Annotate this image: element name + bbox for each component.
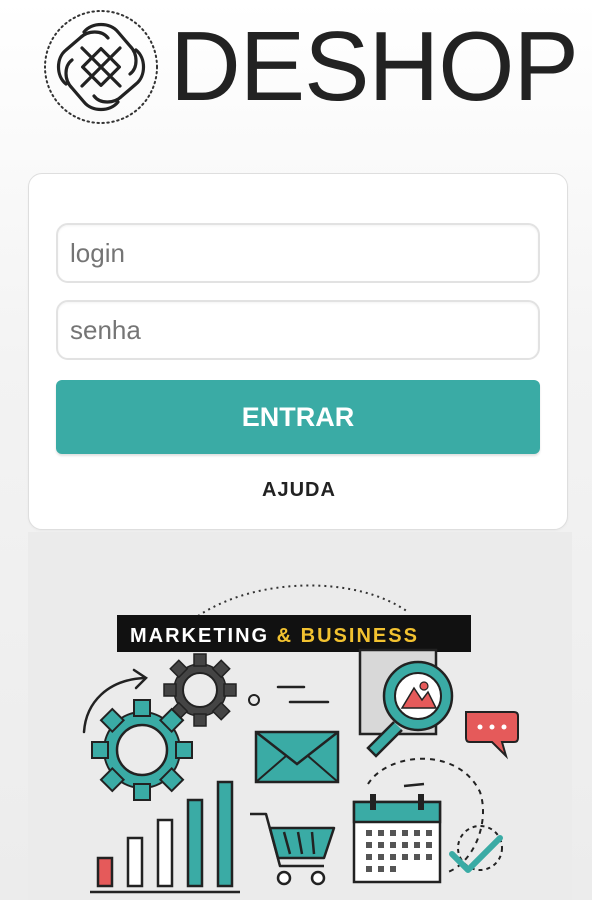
help-link[interactable]: AJUDA <box>29 479 569 502</box>
shopping-cart-icon <box>250 812 336 886</box>
envelope-icon <box>254 730 340 784</box>
chat-bubble-icon <box>465 711 519 760</box>
bar-chart-icon <box>90 780 240 894</box>
calendar-icon <box>352 794 442 884</box>
login-input[interactable] <box>56 223 540 283</box>
marketing-illustration: MARKETING & BUSINESS <box>82 584 519 894</box>
login-button[interactable]: ENTRAR <box>56 380 540 454</box>
dash-small <box>403 782 425 788</box>
gear-icon <box>91 699 193 801</box>
dash-lines <box>276 685 330 704</box>
checkmark-icon <box>449 825 503 873</box>
small-circle <box>248 694 260 706</box>
brand-name: DESHOP <box>170 11 579 121</box>
password-input[interactable] <box>56 300 540 360</box>
banner-title: MARKETING & BUSINESS <box>130 625 419 647</box>
login-card: ENTRAR AJUDA <box>28 173 568 530</box>
brand-header: DESHOP <box>0 0 592 140</box>
knot-logo-icon <box>44 10 158 124</box>
marketing-banner: MARKETING & BUSINESS <box>28 532 572 900</box>
dashed-arc <box>197 584 409 617</box>
